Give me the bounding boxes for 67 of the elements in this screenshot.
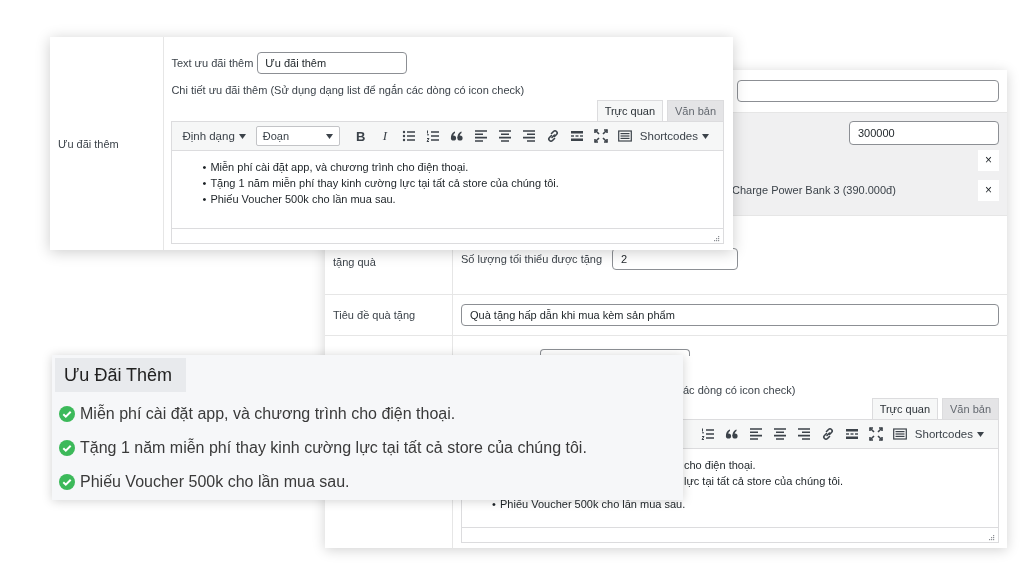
numbered-list-icon — [425, 129, 440, 143]
read-more-icon — [569, 129, 584, 143]
field-label: Text ưu đãi thêm — [171, 57, 254, 69]
align-center-icon — [497, 129, 512, 143]
italic-button[interactable]: I — [375, 127, 394, 145]
field-hint: ác dòng có icon check) — [683, 384, 797, 396]
editor-tab[interactable]: Trực quan — [871, 398, 938, 419]
caret-icon — [325, 133, 333, 139]
align-left-icon — [473, 129, 488, 143]
align-right-icon — [521, 129, 536, 143]
list-item: Phiếu Voucher 500k cho lần mua sau. — [210, 192, 396, 207]
remove-button[interactable]: × — [978, 149, 999, 171]
editor-tab[interactable]: Trực quan — [596, 100, 663, 121]
field-label: Chi tiết ưu đãi thêm (Sử dụng dạng list để ngắn các dòng có icon check) — [171, 84, 526, 96]
bullet-mark: • — [202, 192, 208, 207]
link-icon — [545, 129, 560, 143]
caret-icon — [702, 133, 709, 139]
keyboard-icon — [892, 427, 907, 441]
list-item: Tặng 1 năm miễn phí thay kinh cường lực tại tất cả store của chúng tôi. — [210, 176, 559, 191]
bold-button[interactable]: B — [351, 127, 370, 145]
remove-button[interactable]: × — [978, 179, 999, 201]
numbered-list-icon — [700, 427, 715, 441]
offer-item: Miễn phí cài đặt app, và chương trình cho điện thoại. — [80, 405, 456, 423]
offer-item: Tặng 1 năm miễn phí thay kinh cường lực tại tất cả store của chúng tôi. — [80, 439, 587, 457]
resize-handle-icon[interactable] — [988, 534, 995, 541]
fullscreen-icon — [593, 129, 608, 143]
align-left-icon — [748, 427, 763, 441]
section-title: Ưu Đãi Thêm — [55, 358, 187, 392]
check-icon — [59, 440, 75, 456]
toolbar-menu[interactable]: Shortcodes — [914, 428, 984, 440]
resize-handle-icon[interactable] — [713, 235, 720, 242]
offer-item: Phiếu Voucher 500k cho lần mua sau. — [80, 473, 350, 491]
align-right-icon — [796, 427, 811, 441]
list-item: Phiếu Voucher 500k cho lần mua sau. — [500, 497, 686, 512]
caret-icon — [238, 133, 246, 139]
editor-tab[interactable]: Văn bản — [667, 100, 724, 121]
field-label: Ưu đãi thêm — [58, 137, 119, 150]
caret-icon — [977, 431, 984, 437]
editor-tab[interactable]: Văn bản — [942, 398, 999, 419]
check-icon — [59, 474, 75, 490]
field-label: Tiêu đề quà tặng — [333, 309, 416, 321]
gift-title-field[interactable]: Quà tặng hấp dẫn khi mua kèm sản phẩm — [461, 304, 999, 326]
keyboard-icon — [617, 129, 632, 143]
list-item-text: cho điện thoại. — [683, 458, 757, 473]
bullet-mark: • — [492, 497, 497, 512]
bullet-mark: • — [202, 176, 208, 191]
field-label: Số lượng tối thiểu được tặng — [461, 253, 603, 265]
toolbar-menu[interactable]: Shortcodes — [639, 130, 709, 142]
offer-text-field[interactable]: Ưu đãi thêm — [257, 52, 408, 74]
bullet-mark: • — [202, 160, 208, 175]
quantity-field[interactable]: 2 — [612, 248, 739, 270]
fullscreen-icon — [868, 427, 883, 441]
price-field[interactable]: 300000 — [849, 121, 999, 145]
input-field[interactable] — [737, 80, 999, 102]
read-more-icon — [844, 427, 859, 441]
quote-icon — [449, 129, 464, 143]
list-item-text: lực tại tất cả store của chúng tôi. — [683, 474, 844, 489]
paragraph-select[interactable]: Đoạn — [255, 126, 340, 146]
quote-icon — [724, 427, 739, 441]
field-label: tặng quà — [333, 256, 376, 268]
link-icon — [820, 427, 835, 441]
toolbar-menu[interactable]: Định dạng — [182, 130, 246, 142]
check-icon — [59, 406, 75, 422]
product-name: Charge Power Bank 3 (390.000đ) — [732, 184, 896, 196]
align-center-icon — [772, 427, 787, 441]
list-item: Miễn phí cài đặt app, và chương trình cho điện thoại. — [210, 160, 469, 175]
bullet-list-icon — [401, 129, 416, 143]
